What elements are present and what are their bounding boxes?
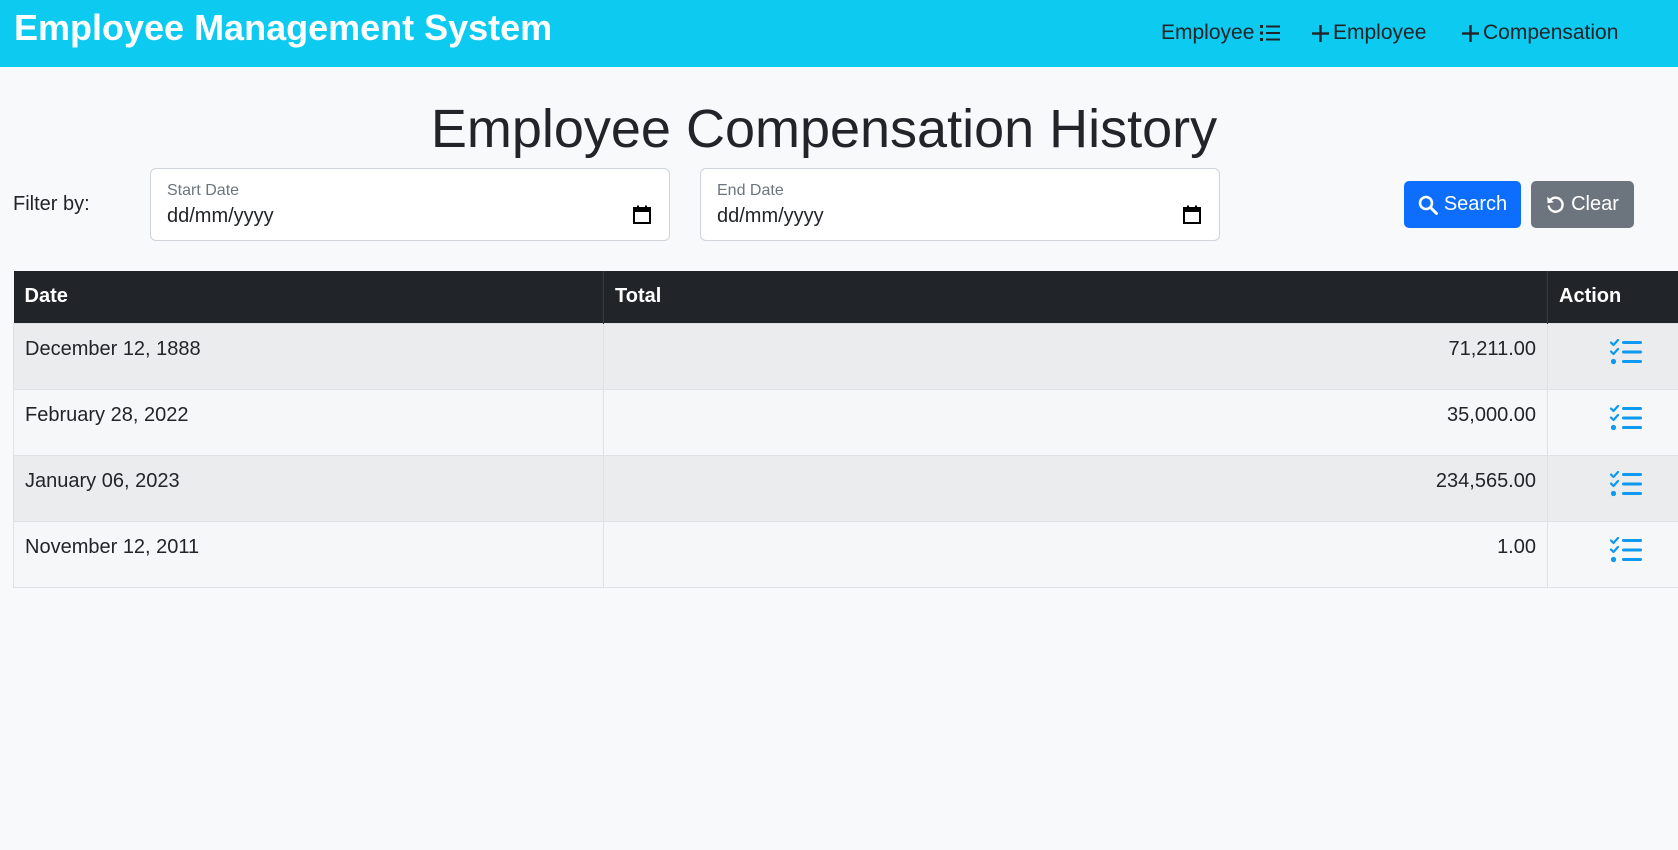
start-date-input[interactable]: Start Date dd/mm/yyyy xyxy=(150,168,670,241)
page-title: Employee Compensation History xyxy=(430,99,1218,159)
table-row: November 12, 2011 1.00 xyxy=(13,520,1678,588)
view-details-button[interactable] xyxy=(1609,536,1642,569)
compensation-table: Date Total Action December 12, 1888 71,2… xyxy=(13,271,1678,588)
row-date: December 12, 1888 xyxy=(13,322,604,390)
row-action xyxy=(1547,520,1678,588)
nav-add-employee-label: Employee xyxy=(1333,21,1427,44)
table-header-row: Date Total Action xyxy=(13,271,1678,323)
start-date-label: Start Date xyxy=(167,182,240,199)
column-header-total: Total xyxy=(603,271,1548,323)
filter-label: Filter by: xyxy=(13,193,90,215)
calendar-icon[interactable] xyxy=(633,205,651,224)
list-icon xyxy=(1260,25,1281,41)
view-details-button[interactable] xyxy=(1609,404,1642,437)
row-date: February 28, 2022 xyxy=(13,388,604,456)
end-date-input[interactable]: End Date dd/mm/yyyy xyxy=(700,168,1220,241)
row-total: 71,211.00 xyxy=(603,322,1548,390)
brand-title[interactable]: Employee Management System xyxy=(14,7,552,49)
nav-add-compensation[interactable]: Compensation xyxy=(1462,20,1618,46)
view-details-button[interactable] xyxy=(1609,470,1642,503)
search-icon xyxy=(1418,195,1438,215)
row-date: January 06, 2023 xyxy=(13,454,604,522)
calendar-icon[interactable] xyxy=(1183,205,1201,224)
table-row: January 06, 2023 234,565.00 xyxy=(13,454,1678,522)
table-row: December 12, 1888 71,211.00 xyxy=(13,322,1678,390)
plus-icon xyxy=(1462,24,1479,42)
column-header-date: Date xyxy=(13,271,604,323)
reset-icon xyxy=(1547,196,1564,213)
row-action xyxy=(1547,322,1678,390)
end-date-value: dd/mm/yyyy xyxy=(717,205,824,227)
search-button-label: Search xyxy=(1443,193,1508,215)
row-total: 234,565.00 xyxy=(603,454,1548,522)
checklist-icon xyxy=(1609,338,1642,364)
nav-employee-list-label: Employee xyxy=(1161,21,1255,44)
search-button[interactable]: Search xyxy=(1404,181,1521,228)
nav-add-employee[interactable]: Employee xyxy=(1312,20,1426,46)
row-total: 1.00 xyxy=(603,520,1548,588)
clear-button[interactable]: Clear xyxy=(1531,181,1634,228)
column-header-action: Action xyxy=(1547,271,1678,323)
row-action xyxy=(1547,454,1678,522)
nav-employee-list[interactable]: Employee xyxy=(1161,20,1281,46)
navbar: Employee Management System Employee Empl… xyxy=(0,0,1678,67)
clear-button-label: Clear xyxy=(1571,193,1619,215)
checklist-icon xyxy=(1609,536,1642,562)
row-total: 35,000.00 xyxy=(603,388,1548,456)
checklist-icon xyxy=(1609,470,1642,496)
nav-add-compensation-label: Compensation xyxy=(1483,21,1619,44)
table-row: February 28, 2022 35,000.00 xyxy=(13,388,1678,456)
view-details-button[interactable] xyxy=(1609,338,1642,371)
checklist-icon xyxy=(1609,404,1642,430)
end-date-label: End Date xyxy=(717,182,784,199)
start-date-value: dd/mm/yyyy xyxy=(167,205,274,227)
row-action xyxy=(1547,388,1678,456)
row-date: November 12, 2011 xyxy=(13,520,604,588)
plus-icon xyxy=(1312,24,1329,42)
